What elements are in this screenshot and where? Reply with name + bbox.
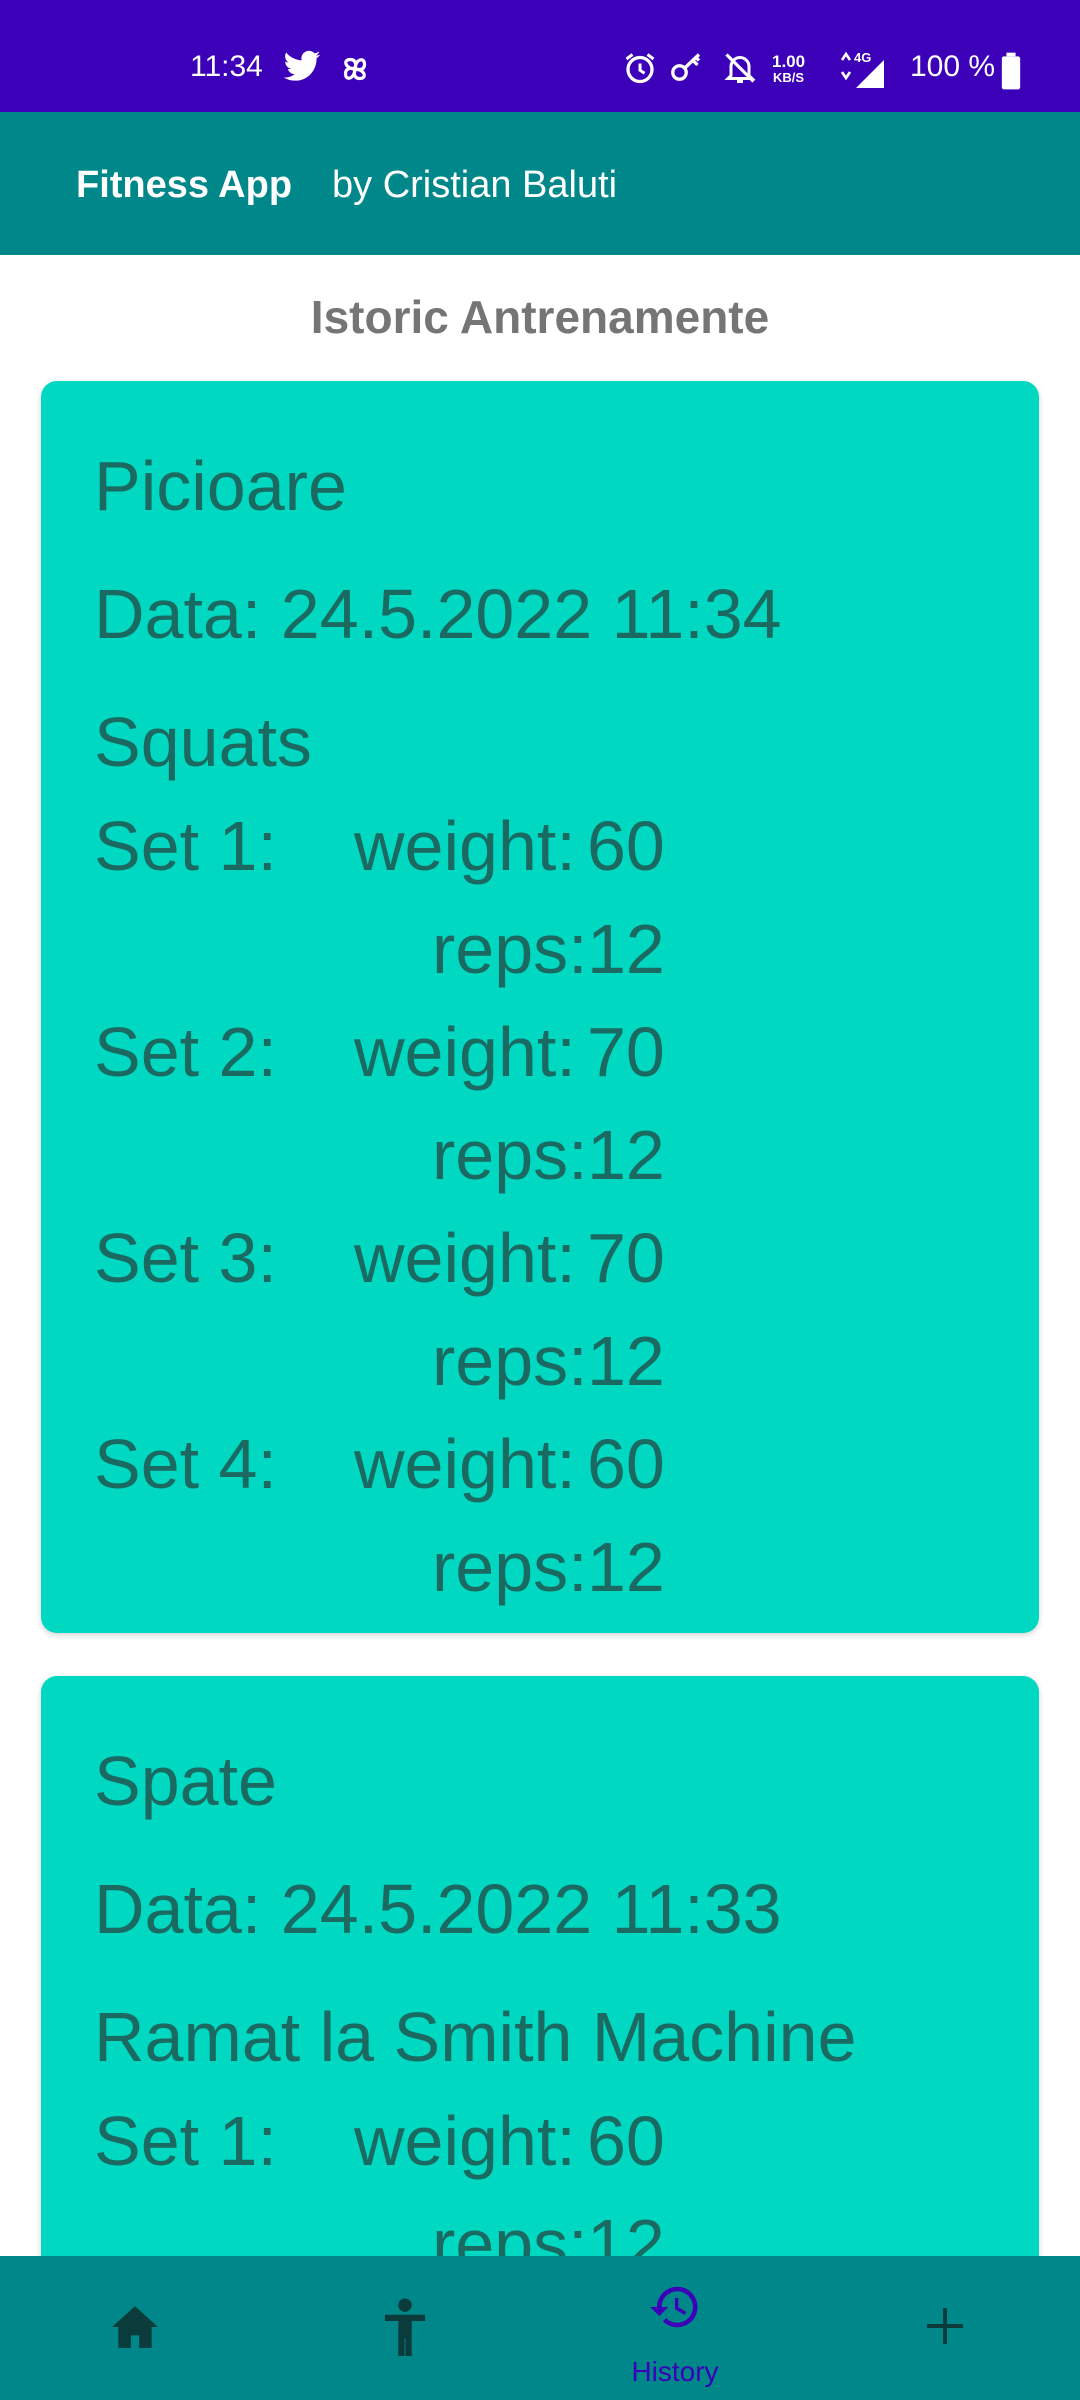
- weight-label: weight:: [354, 1013, 576, 1091]
- reps-value: 12: [587, 1116, 665, 1194]
- reps-value: 12: [587, 910, 665, 988]
- history-icon: [648, 2280, 702, 2339]
- home-icon: [110, 2304, 160, 2355]
- workout-name: Picioare: [94, 447, 347, 525]
- set-label: Set 1:: [94, 2102, 277, 2180]
- weight-value: 60: [587, 807, 665, 885]
- reps-value: 12: [587, 1322, 665, 1400]
- pinwheel-icon: [336, 50, 374, 93]
- weight-label: weight:: [354, 2102, 576, 2180]
- twitter-icon: [282, 50, 322, 89]
- nav-add[interactable]: [810, 2256, 1080, 2400]
- key-icon: [668, 50, 706, 91]
- alarm-icon: [622, 50, 658, 91]
- reps-label: reps:: [432, 1116, 588, 1194]
- network-type: 4G: [854, 50, 871, 65]
- signal-icon: 4G: [834, 48, 886, 93]
- reps-label: reps:: [432, 1528, 588, 1606]
- workout-card[interactable]: Spate Data: 24.5.2022 11:33 Ramat la Smi…: [41, 1676, 1039, 2256]
- reps-value: 12: [587, 1528, 665, 1606]
- reps-label: reps:: [432, 2205, 588, 2256]
- nav-history-label: History: [631, 2356, 719, 2387]
- status-bar: 11:34 1.00 KB/S 4G 100 %: [0, 0, 1080, 112]
- battery-percent: 100 %: [910, 50, 996, 83]
- reps-value: 12: [587, 2205, 665, 2256]
- weight-value: 70: [587, 1219, 665, 1297]
- weight-value: 60: [587, 2102, 665, 2180]
- weight-value: 70: [587, 1013, 665, 1091]
- set-label: Set 4:: [94, 1425, 277, 1503]
- exercise-name: Squats: [94, 703, 312, 781]
- workout-name: Spate: [94, 1742, 277, 1820]
- nav-history[interactable]: History: [540, 2256, 810, 2400]
- app-subtitle: by Cristian Baluti: [332, 164, 618, 206]
- weight-label: weight:: [354, 1219, 576, 1297]
- plus-icon: [925, 2306, 965, 2351]
- exercise-name: Ramat la Smith Machine: [94, 1998, 857, 2076]
- set-label: Set 1:: [94, 807, 277, 885]
- set-label: Set 2:: [94, 1013, 277, 1091]
- app-bar: Fitness App by Cristian Baluti: [0, 112, 1080, 255]
- workout-date: Data: 24.5.2022 11:34: [94, 575, 782, 653]
- status-time: 11:34: [190, 50, 263, 83]
- page-title: Istoric Antrenamente: [310, 291, 770, 343]
- nav-home[interactable]: [0, 2256, 270, 2400]
- net-speed: 1.00 KB/S: [772, 52, 806, 86]
- battery-icon: [1000, 52, 1022, 95]
- reps-label: reps:: [432, 910, 588, 988]
- workout-history-list[interactable]: Picioare Data: 24.5.2022 11:34 Squats Se…: [0, 370, 1080, 2256]
- weight-value: 60: [587, 1425, 665, 1503]
- net-speed-value: 1.00: [772, 52, 806, 71]
- net-speed-unit: KB/S: [773, 70, 805, 85]
- bottom-navigation: History: [0, 2256, 1080, 2400]
- workout-card[interactable]: Picioare Data: 24.5.2022 11:34 Squats Se…: [41, 381, 1039, 1633]
- weight-label: weight:: [354, 1425, 576, 1503]
- person-icon: [382, 2298, 428, 2361]
- bell-off-icon: [722, 50, 758, 91]
- set-label: Set 3:: [94, 1219, 277, 1297]
- reps-label: reps:: [432, 1322, 588, 1400]
- nav-workouts[interactable]: [270, 2256, 540, 2400]
- weight-label: weight:: [354, 807, 576, 885]
- workout-date: Data: 24.5.2022 11:33: [94, 1870, 782, 1948]
- app-title: Fitness App: [76, 164, 293, 206]
